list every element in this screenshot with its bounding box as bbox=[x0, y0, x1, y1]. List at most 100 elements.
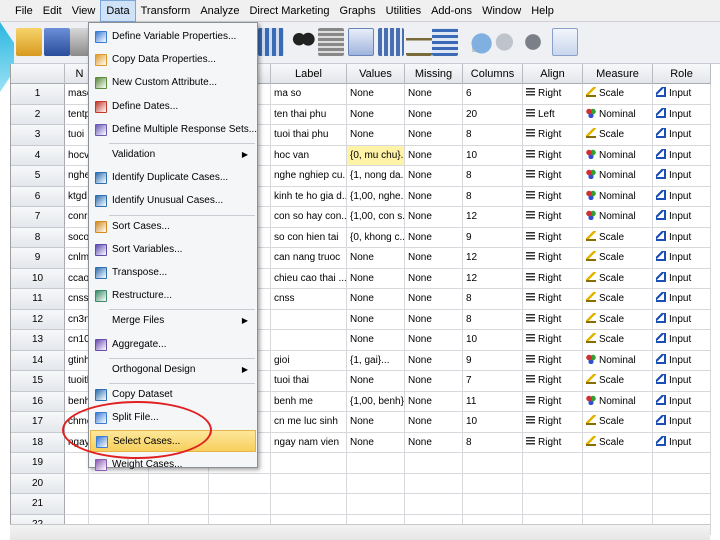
row-number[interactable]: 1 bbox=[11, 84, 65, 105]
cell-align[interactable] bbox=[523, 494, 583, 515]
cell-align[interactable]: Right bbox=[523, 84, 583, 105]
cell-values[interactable] bbox=[347, 453, 405, 474]
cell-values[interactable]: None bbox=[347, 125, 405, 146]
column-header-columns[interactable]: Columns bbox=[463, 64, 523, 84]
cell-type[interactable] bbox=[89, 473, 149, 494]
column-header-values[interactable]: Values bbox=[347, 64, 405, 84]
cell-label[interactable] bbox=[271, 330, 347, 351]
row-number[interactable]: 8 bbox=[11, 227, 65, 248]
cell-columns[interactable]: 12 bbox=[463, 268, 523, 289]
cell-name[interactable]: conra bbox=[65, 207, 89, 228]
menu-item-transpose[interactable]: Transpose... bbox=[90, 262, 256, 284]
cell-role[interactable] bbox=[653, 453, 711, 474]
cell-align[interactable]: Right bbox=[523, 125, 583, 146]
cell-missing[interactable]: None bbox=[405, 145, 463, 166]
cell-missing[interactable] bbox=[405, 494, 463, 515]
cell-missing[interactable]: None bbox=[405, 432, 463, 453]
cell-measure[interactable]: Nominal bbox=[583, 104, 653, 125]
menu-item-orthogonal-design[interactable]: Orthogonal Design ▶ bbox=[90, 359, 256, 381]
cell-label[interactable]: ten thai phu bbox=[271, 104, 347, 125]
row-number[interactable]: 9 bbox=[11, 248, 65, 269]
cell-columns[interactable]: 8 bbox=[463, 309, 523, 330]
cell-measure[interactable]: Scale bbox=[583, 412, 653, 433]
cell-align[interactable]: Right bbox=[523, 330, 583, 351]
cell-role[interactable] bbox=[653, 494, 711, 515]
cell-name[interactable]: socon bbox=[65, 227, 89, 248]
cell-name[interactable] bbox=[65, 453, 89, 474]
cell-values[interactable] bbox=[347, 494, 405, 515]
menu-item-sort-variables[interactable]: Sort Variables... bbox=[90, 239, 256, 261]
cell-width[interactable] bbox=[149, 494, 209, 515]
cell-values[interactable]: None bbox=[347, 289, 405, 310]
insert-variable-icon[interactable] bbox=[348, 28, 374, 56]
row-number[interactable]: 20 bbox=[11, 473, 65, 494]
cell-decimals[interactable] bbox=[209, 473, 271, 494]
cell-label[interactable] bbox=[271, 494, 347, 515]
menu-edit[interactable]: Edit bbox=[38, 0, 67, 22]
cell-columns[interactable]: 12 bbox=[463, 248, 523, 269]
column-header-measure[interactable]: Measure bbox=[583, 64, 653, 84]
cell-values[interactable] bbox=[347, 473, 405, 494]
cell-role[interactable]: Input bbox=[653, 125, 711, 146]
cell-align[interactable]: Right bbox=[523, 350, 583, 371]
column-header-label[interactable]: Label bbox=[271, 64, 347, 84]
cell-label[interactable]: con so hay con... bbox=[271, 207, 347, 228]
weight-cases-icon[interactable] bbox=[406, 28, 432, 56]
select-cases-icon[interactable] bbox=[432, 28, 458, 56]
cell-measure[interactable]: Scale bbox=[583, 84, 653, 105]
cell-missing[interactable]: None bbox=[405, 166, 463, 187]
cell-values[interactable]: {0, mu chu}... bbox=[347, 145, 405, 166]
cell-measure[interactable]: Scale bbox=[583, 371, 653, 392]
cell-measure[interactable]: Nominal bbox=[583, 207, 653, 228]
cell-measure[interactable]: Nominal bbox=[583, 391, 653, 412]
column-header-role[interactable]: Role bbox=[653, 64, 711, 84]
menu-help[interactable]: Help bbox=[526, 0, 559, 22]
cell-label[interactable]: cnss bbox=[271, 289, 347, 310]
cell-align[interactable]: Right bbox=[523, 432, 583, 453]
cell-name[interactable]: cnss bbox=[65, 289, 89, 310]
menu-item-define-variable-properties[interactable]: Define Variable Properties... bbox=[90, 26, 256, 48]
cell-role[interactable] bbox=[653, 473, 711, 494]
row-number[interactable]: 14 bbox=[11, 350, 65, 371]
cell-missing[interactable]: None bbox=[405, 268, 463, 289]
cell-label[interactable]: so con hien tai bbox=[271, 227, 347, 248]
row-number[interactable]: 11 bbox=[11, 289, 65, 310]
cell-label[interactable]: chieu cao thai ... bbox=[271, 268, 347, 289]
cell-align[interactable] bbox=[523, 473, 583, 494]
cell-values[interactable]: {1, gai}... bbox=[347, 350, 405, 371]
cell-values[interactable]: {1,00, con s... bbox=[347, 207, 405, 228]
cell-values[interactable]: {0, khong c... bbox=[347, 227, 405, 248]
cell-role[interactable]: Input bbox=[653, 207, 711, 228]
row-number[interactable]: 2 bbox=[11, 104, 65, 125]
cell-values[interactable]: None bbox=[347, 268, 405, 289]
cell-columns[interactable] bbox=[463, 453, 523, 474]
cell-label[interactable]: kinh te ho gia d... bbox=[271, 186, 347, 207]
cell-missing[interactable]: None bbox=[405, 309, 463, 330]
cell-missing[interactable] bbox=[405, 473, 463, 494]
cell-label[interactable] bbox=[271, 453, 347, 474]
cell-missing[interactable]: None bbox=[405, 125, 463, 146]
cell-columns[interactable]: 6 bbox=[463, 84, 523, 105]
row-number[interactable]: 7 bbox=[11, 207, 65, 228]
save-icon[interactable] bbox=[44, 28, 70, 56]
cell-values[interactable]: None bbox=[347, 84, 405, 105]
cell-missing[interactable]: None bbox=[405, 84, 463, 105]
cell-columns[interactable]: 12 bbox=[463, 207, 523, 228]
row-number[interactable]: 19 bbox=[11, 453, 65, 474]
cell-role[interactable]: Input bbox=[653, 166, 711, 187]
cell-measure[interactable]: Nominal bbox=[583, 166, 653, 187]
cell-role[interactable]: Input bbox=[653, 350, 711, 371]
cell-align[interactable]: Right bbox=[523, 166, 583, 187]
cell-measure[interactable] bbox=[583, 453, 653, 474]
cell-values[interactable]: None bbox=[347, 330, 405, 351]
menu-item-new-custom-attribute[interactable]: New Custom Attribute... bbox=[90, 72, 256, 94]
cell-missing[interactable]: None bbox=[405, 330, 463, 351]
cell-missing[interactable]: None bbox=[405, 289, 463, 310]
cell-columns[interactable]: 11 bbox=[463, 391, 523, 412]
menu-item-copy-data-properties[interactable]: Copy Data Properties... bbox=[90, 49, 256, 71]
row-number[interactable]: 12 bbox=[11, 309, 65, 330]
row-number[interactable]: 21 bbox=[11, 494, 65, 515]
cell-values[interactable]: {1,00, nghe... bbox=[347, 186, 405, 207]
cell-align[interactable]: Right bbox=[523, 248, 583, 269]
row-number[interactable]: 3 bbox=[11, 125, 65, 146]
